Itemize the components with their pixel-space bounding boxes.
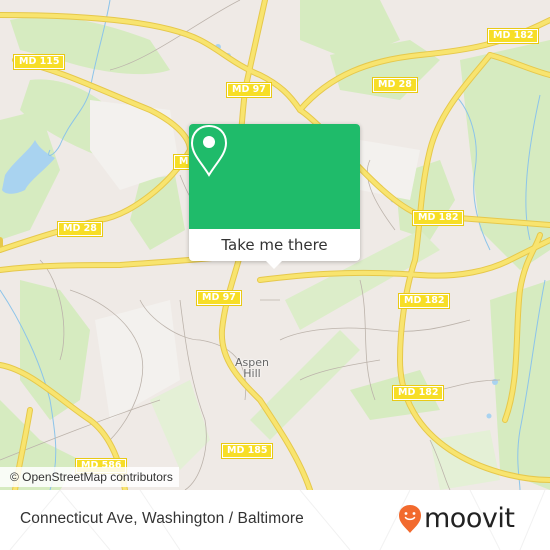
road-shield-md115: MD 115 [12, 54, 66, 70]
road-shield-md182: MD 182 [486, 28, 540, 44]
location-pin-icon [190, 124, 228, 177]
map-attribution[interactable]: © OpenStreetMap contributors [0, 467, 179, 487]
road-shield-md97: MD 97 [196, 290, 242, 306]
location-title: Connecticut Ave, Washington / Baltimore [20, 510, 304, 527]
road-shield-md182: MD 182 [391, 385, 445, 401]
moovit-logo[interactable]: moovit [398, 503, 515, 534]
popup-header [189, 124, 360, 229]
take-me-there-button[interactable]: Take me there [189, 229, 360, 261]
place-name: Aspen Hill [235, 356, 269, 380]
road-shield-md185: MD 185 [220, 443, 274, 459]
attribution-text: © OpenStreetMap contributors [10, 470, 173, 484]
road-shield-md28: MD 28 [57, 221, 103, 237]
road-shield-md97: MD 97 [226, 82, 272, 98]
take-me-there-popup[interactable]: Take me there [189, 124, 360, 269]
road-shield-md182: MD 182 [411, 210, 465, 226]
moovit-pin-icon [399, 505, 421, 533]
popup-pointer [266, 261, 282, 269]
road-shield-md28: MD 28 [372, 77, 418, 93]
map-view[interactable]: MD 115 MD 97 MD 28 MD 182 M MD 28 MD 182… [0, 0, 550, 490]
footer-bar: Connecticut Ave, Washington / Baltimore … [0, 490, 550, 550]
road-shield-md182: MD 182 [397, 293, 451, 309]
moovit-wordmark: moovit [424, 503, 515, 534]
place-label-aspen-hill: Aspen Hill [232, 357, 272, 379]
